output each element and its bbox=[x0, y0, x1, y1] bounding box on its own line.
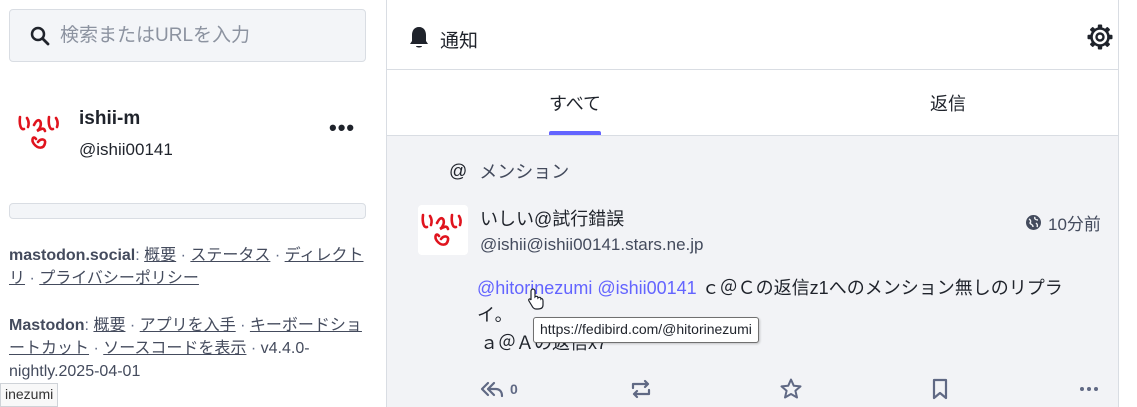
app-links: Mastodon: 概要 · アプリを入手 · キーボードショートカット · ソ… bbox=[9, 317, 362, 380]
reply-button[interactable]: 0 bbox=[480, 376, 518, 402]
at-sign-icon: @ bbox=[449, 160, 468, 181]
notifications-column: 通知 すべて 返信 @ メンション いしい@試行錯誤 @ishii@ishii0… bbox=[386, 0, 1119, 407]
notification-type-label: メンション bbox=[479, 162, 570, 182]
status-action-bar: 0 bbox=[387, 376, 1118, 406]
link-status[interactable]: ステータス bbox=[190, 247, 270, 264]
app-name: Mastodon bbox=[9, 317, 85, 334]
tab-replies[interactable]: 返信 bbox=[930, 90, 966, 116]
status-timestamp[interactable]: 10分前 bbox=[1025, 210, 1101, 235]
more-button[interactable] bbox=[1077, 376, 1101, 402]
boost-button[interactable] bbox=[629, 376, 653, 402]
account-handle: @ishii00141 bbox=[79, 140, 173, 159]
search-icon bbox=[30, 26, 50, 45]
avatar[interactable] bbox=[14, 105, 64, 161]
mention-link-ishii00141[interactable]: @ishii00141 bbox=[597, 278, 696, 298]
left-column: ishii-m @ishii00141 ••• mastodon.social:… bbox=[0, 0, 386, 407]
bookmark-icon bbox=[932, 378, 948, 400]
account-display-name[interactable]: ishii-m bbox=[79, 108, 140, 130]
notification-item[interactable]: @ メンション いしい@試行錯誤 @ishii@ishii00141.stars… bbox=[387, 136, 1118, 407]
gear-icon[interactable] bbox=[1087, 24, 1113, 50]
bookmark-button[interactable] bbox=[928, 376, 952, 402]
ellipsis-icon bbox=[1080, 387, 1098, 391]
link-privacy[interactable]: プライバシーポリシー bbox=[39, 270, 199, 287]
link-url-tooltip: https://fedibird.com/@hitorinezumi bbox=[533, 317, 759, 343]
reply-all-icon bbox=[480, 381, 504, 398]
star-icon bbox=[780, 378, 802, 399]
status-avatar[interactable] bbox=[418, 205, 468, 255]
account-more-button[interactable]: ••• bbox=[329, 115, 355, 141]
hand-cursor-icon bbox=[528, 288, 544, 310]
notification-tabs: すべて 返信 bbox=[387, 70, 1118, 136]
link-about[interactable]: 概要 bbox=[144, 247, 176, 264]
search-box[interactable] bbox=[9, 9, 366, 62]
reply-count: 0 bbox=[510, 381, 518, 397]
notification-type: @ メンション bbox=[449, 158, 569, 184]
link-app-about[interactable]: 概要 bbox=[93, 317, 125, 334]
server-name: mastodon.social bbox=[9, 247, 136, 264]
status-acct[interactable]: @ishii@ishii00141.stars.ne.jp bbox=[480, 235, 704, 255]
link-get-app[interactable]: アプリを入手 bbox=[140, 317, 236, 334]
favourite-button[interactable] bbox=[779, 376, 803, 402]
column-title: 通知 bbox=[440, 31, 479, 52]
account-card: ishii-m @ishii00141 ••• bbox=[12, 105, 372, 169]
status-bar-tooltip: inezumi bbox=[0, 383, 59, 407]
status-display-name[interactable]: いしい@試行錯誤 bbox=[480, 205, 624, 231]
boost-icon bbox=[631, 379, 651, 399]
bell-icon bbox=[410, 27, 428, 48]
globe-icon bbox=[1026, 215, 1041, 230]
tab-all[interactable]: すべて bbox=[549, 90, 601, 116]
search-input[interactable] bbox=[60, 24, 340, 47]
server-links: mastodon.social: 概要 · ステータス · ディレクトリ · プ… bbox=[9, 247, 364, 287]
column-header: 通知 bbox=[387, 0, 1118, 70]
compose-divider bbox=[9, 203, 366, 219]
status-time-label: 10分前 bbox=[1048, 215, 1101, 234]
active-tab-indicator bbox=[549, 131, 601, 135]
link-source-code[interactable]: ソースコードを表示 bbox=[103, 340, 246, 357]
